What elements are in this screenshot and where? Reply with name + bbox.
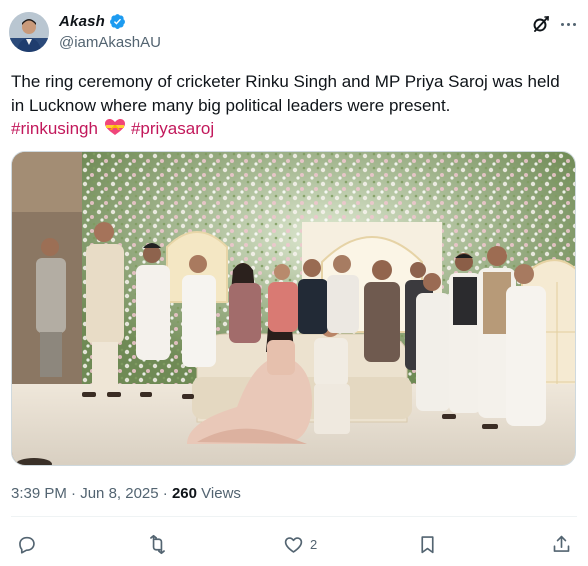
tweet-photo[interactable] xyxy=(11,151,576,466)
meta-separator: · xyxy=(71,485,77,502)
reply-button[interactable] xyxy=(16,533,43,555)
tweet-meta: 3:39 PM · Jun 8, 2025 · 260 Views xyxy=(11,485,241,502)
hashtag-line: #rinkusingh #priyasaroj xyxy=(11,117,577,141)
meta-separator-2: · xyxy=(162,485,168,502)
tweet-text-line-1: The ring ceremony of cricketer Rinku Sin… xyxy=(11,72,560,91)
hashtag-priyasaroj[interactable]: #priyasaroj xyxy=(131,119,214,138)
bookmark-icon xyxy=(417,534,438,555)
repost-icon xyxy=(147,534,168,555)
reply-icon xyxy=(16,534,37,555)
hashtag-rinkusingh[interactable]: #rinkusingh xyxy=(11,119,98,138)
grok-icon[interactable] xyxy=(531,14,551,34)
author-name-row: Akash xyxy=(59,13,126,30)
share-icon xyxy=(551,534,572,555)
bookmark-button[interactable] xyxy=(417,533,444,555)
tweet-text-line-2: in Lucknow where many big political lead… xyxy=(11,95,451,115)
more-options-icon[interactable] xyxy=(557,14,579,34)
tweet-time[interactable]: 3:39 PM xyxy=(11,485,67,502)
views-label: Views xyxy=(201,485,241,502)
author-handle[interactable]: @iamAkashAU xyxy=(59,34,161,51)
repost-button[interactable] xyxy=(147,533,174,555)
heart-with-ribbon-icon xyxy=(104,119,125,136)
tweet-date[interactable]: Jun 8, 2025 xyxy=(80,485,158,502)
tweet-text: The ring ceremony of cricketer Rinku Sin… xyxy=(11,70,577,141)
author-display-name[interactable]: Akash xyxy=(59,13,105,30)
divider xyxy=(11,516,577,517)
like-count: 2 xyxy=(310,536,318,552)
author-avatar[interactable] xyxy=(9,12,49,52)
views-count: 260 xyxy=(171,485,197,502)
heart-icon xyxy=(283,534,304,555)
tweet-card: Akash @iamAkashAU The ring ceremony of c… xyxy=(0,0,588,566)
share-button[interactable] xyxy=(551,533,572,555)
verified-badge-icon xyxy=(109,13,126,30)
like-button[interactable]: 2 xyxy=(283,533,317,555)
